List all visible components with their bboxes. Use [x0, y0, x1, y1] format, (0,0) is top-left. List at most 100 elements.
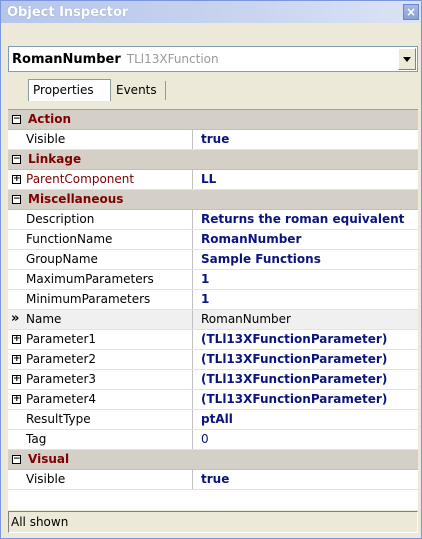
property-row[interactable]: MinimumParameters 1 [8, 290, 418, 310]
property-name: Parameter4 [26, 392, 97, 406]
row-gutter: − [8, 190, 26, 209]
row-gutter: − [8, 450, 26, 469]
row-gutter [8, 470, 26, 489]
property-name: Visible [26, 132, 66, 146]
property-value[interactable]: RomanNumber [201, 311, 291, 328]
object-type: TLl13XFunction [126, 52, 219, 66]
selected-row-marker-icon: » [11, 311, 20, 326]
category-name: Linkage [28, 152, 82, 166]
expand-icon[interactable]: + [12, 355, 21, 364]
property-value[interactable]: (TLl13XFunctionParameter) [201, 391, 387, 408]
row-gutter: + [8, 390, 26, 409]
column-divider[interactable] [192, 210, 193, 229]
tab-properties[interactable]: Properties [28, 79, 111, 101]
category-row[interactable]: − Action [8, 110, 418, 130]
row-gutter [8, 250, 26, 269]
column-divider[interactable] [192, 330, 193, 349]
status-bar: All shown [8, 511, 418, 533]
tab-strip: Properties Events [8, 79, 418, 101]
property-value[interactable]: 1 [201, 271, 209, 288]
column-divider[interactable] [192, 230, 193, 249]
expand-icon[interactable]: + [12, 335, 21, 344]
row-gutter: + [8, 370, 26, 389]
row-gutter [8, 430, 26, 449]
property-value[interactable]: (TLl13XFunctionParameter) [201, 351, 387, 368]
property-value[interactable]: RomanNumber [201, 231, 301, 248]
property-row[interactable]: + Parameter2 (TLl13XFunctionParameter) [8, 350, 418, 370]
column-divider[interactable] [192, 270, 193, 289]
property-name: ParentComponent [26, 172, 135, 186]
column-divider[interactable] [192, 430, 193, 449]
column-divider[interactable] [192, 130, 193, 149]
expand-icon[interactable]: + [12, 375, 21, 384]
property-name: Tag [26, 432, 47, 446]
column-divider[interactable] [192, 170, 193, 189]
property-row[interactable]: Visible true [8, 130, 418, 150]
row-gutter [8, 230, 26, 249]
property-value[interactable]: true [201, 131, 229, 148]
property-row[interactable]: Tag 0 [8, 430, 418, 450]
property-row[interactable]: + Parameter1 (TLl13XFunctionParameter) [8, 330, 418, 350]
property-value[interactable]: LL [201, 171, 216, 188]
property-value[interactable]: (TLl13XFunctionParameter) [201, 371, 387, 388]
tab-events[interactable]: Events [112, 81, 166, 100]
column-divider[interactable] [192, 310, 193, 329]
collapse-icon[interactable]: − [12, 195, 21, 204]
column-divider[interactable] [192, 290, 193, 309]
expand-icon[interactable]: + [12, 395, 21, 404]
property-row[interactable]: + Parameter3 (TLl13XFunctionParameter) [8, 370, 418, 390]
property-row[interactable]: ResultType ptAll [8, 410, 418, 430]
property-row[interactable]: FunctionName RomanNumber [8, 230, 418, 250]
property-value[interactable]: (TLl13XFunctionParameter) [201, 331, 387, 348]
property-value[interactable]: ptAll [201, 411, 233, 428]
column-divider[interactable] [192, 370, 193, 389]
column-divider[interactable] [192, 250, 193, 269]
row-gutter: + [8, 170, 26, 189]
column-divider[interactable] [192, 390, 193, 409]
property-row[interactable]: + Parameter4 (TLl13XFunctionParameter) [8, 390, 418, 410]
row-gutter: − [8, 110, 26, 129]
property-name: Parameter1 [26, 332, 97, 346]
property-row[interactable]: » Name RomanNumber [8, 310, 418, 330]
collapse-icon[interactable]: − [12, 115, 21, 124]
collapse-icon[interactable]: − [12, 455, 21, 464]
row-gutter [8, 130, 26, 149]
property-name: Visible [26, 472, 66, 486]
property-row[interactable]: Visible true [8, 470, 418, 490]
row-gutter [8, 270, 26, 289]
row-gutter: − [8, 150, 26, 169]
property-name: Parameter2 [26, 352, 97, 366]
category-name: Miscellaneous [28, 192, 124, 206]
expand-icon[interactable]: + [12, 175, 21, 184]
close-icon[interactable]: × [403, 4, 419, 20]
row-gutter: + [8, 330, 26, 349]
property-row[interactable]: Description Returns the roman equivalent [8, 210, 418, 230]
property-value[interactable]: 1 [201, 291, 209, 308]
collapse-icon[interactable]: − [12, 155, 21, 164]
row-gutter [8, 290, 26, 309]
property-value[interactable]: Returns the roman equivalent [201, 211, 404, 228]
row-gutter: + [8, 350, 26, 369]
row-gutter: » [8, 310, 26, 329]
property-name: Parameter3 [26, 372, 97, 386]
property-value[interactable]: 0 [201, 431, 209, 448]
property-row[interactable]: MaximumParameters 1 [8, 270, 418, 290]
category-row[interactable]: − Linkage [8, 150, 418, 170]
property-name: Description [26, 212, 95, 226]
object-selector[interactable]: RomanNumber TLl13XFunction [8, 46, 418, 72]
property-value[interactable]: Sample Functions [201, 251, 321, 268]
property-value[interactable]: true [201, 471, 229, 488]
category-row[interactable]: − Visual [8, 450, 418, 470]
property-name: ResultType [26, 412, 91, 426]
window-title: Object Inspector [7, 4, 129, 20]
column-divider[interactable] [192, 470, 193, 489]
property-name: Name [26, 312, 62, 326]
chevron-down-icon[interactable] [398, 48, 416, 70]
property-row[interactable]: GroupName Sample Functions [8, 250, 418, 270]
property-name: GroupName [26, 252, 98, 266]
property-row[interactable]: + ParentComponent LL [8, 170, 418, 190]
column-divider[interactable] [192, 410, 193, 429]
category-row[interactable]: − Miscellaneous [8, 190, 418, 210]
column-divider[interactable] [192, 350, 193, 369]
title-bar[interactable]: Object Inspector × [1, 1, 421, 23]
